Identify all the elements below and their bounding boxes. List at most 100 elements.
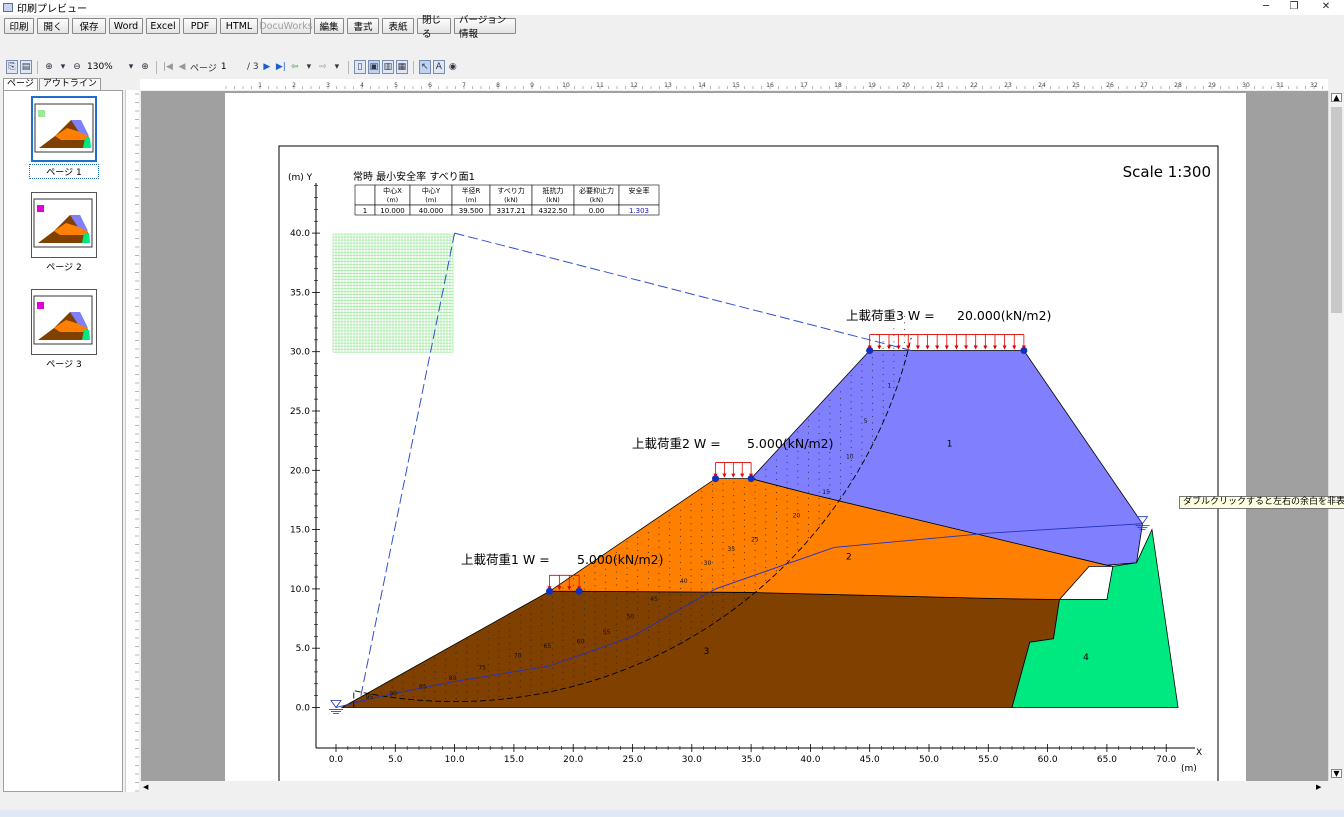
last-page-icon[interactable]: ▶| xyxy=(275,60,287,74)
zoom-dropdown-icon[interactable]: ▾ xyxy=(125,60,137,74)
slice-label: 1 xyxy=(887,382,891,389)
open-button[interactable]: 開く xyxy=(37,18,69,34)
margin-tooltip: ダブルクリックすると左右の余白を非表示にします xyxy=(1179,496,1344,509)
table-cell: 0.00 xyxy=(589,207,605,215)
version-info-button[interactable]: バージョン情報 xyxy=(454,15,516,40)
svg-text:24: 24 xyxy=(1038,82,1046,89)
preview-viewport[interactable]: Scale 1:300 常時 最小安全率 すべり面1 1 中心X (m) 10.000 中心… xyxy=(141,91,1328,781)
page-input[interactable]: 1 xyxy=(219,61,245,74)
layer-label: 3 xyxy=(704,647,710,657)
zoom-in-icon[interactable]: ⊕ xyxy=(43,60,55,74)
radius-line-left xyxy=(359,233,456,702)
layer-label: 4 xyxy=(1083,653,1089,663)
back-dropdown-icon[interactable]: ▾ xyxy=(303,60,315,74)
slice-label: 95 xyxy=(366,694,374,701)
svg-text:6: 6 xyxy=(428,82,432,89)
table-header: すべり力 xyxy=(497,186,525,195)
restore-button[interactable]: ❐ xyxy=(1280,0,1308,15)
text-tool-icon[interactable]: A xyxy=(432,60,445,74)
load-node xyxy=(712,475,720,483)
page-total: / 3 xyxy=(247,62,259,72)
page-thumbnail-label-3: ページ 3 xyxy=(46,360,82,370)
printer-icon xyxy=(3,3,13,12)
x-tick-label: 40.0 xyxy=(800,755,820,765)
y-tick-label: 30.0 xyxy=(290,348,310,358)
select-tool-icon[interactable]: ↖ xyxy=(418,60,431,74)
load-label: 上載荷重3 W = xyxy=(846,308,935,323)
svg-text:7: 7 xyxy=(462,82,466,89)
y-tick-label: 10.0 xyxy=(290,585,310,595)
back-icon[interactable]: ⇦ xyxy=(289,60,301,74)
next-page-icon[interactable]: ▶ xyxy=(261,60,273,74)
first-page-icon[interactable]: |◀ xyxy=(162,60,174,74)
slice-label: 65 xyxy=(544,643,552,650)
vertical-ruler xyxy=(125,90,139,792)
close-window-button[interactable]: ✕ xyxy=(1312,0,1340,15)
page-setup-icon[interactable]: ▤ xyxy=(20,60,32,74)
scroll-down-icon[interactable]: ▼ xyxy=(1331,769,1342,778)
pdf-button[interactable]: PDF xyxy=(183,18,217,34)
x-tick-label: 15.0 xyxy=(504,755,524,765)
dropdown-icon[interactable]: ▾ xyxy=(57,60,69,74)
forward-icon[interactable]: ⇨ xyxy=(317,60,329,74)
x-tick-label: 0.0 xyxy=(329,755,344,765)
zoom-input[interactable]: 130% xyxy=(85,61,123,74)
tab-pages[interactable]: ページ xyxy=(3,78,38,90)
zoom-out-icon[interactable]: ⊖ xyxy=(71,60,83,74)
cover-button[interactable]: 表紙 xyxy=(382,18,414,34)
single-page-icon[interactable]: ▯ xyxy=(353,60,366,74)
continuous-page-icon[interactable]: ▣ xyxy=(367,60,380,74)
save-button[interactable]: 保存 xyxy=(72,18,106,34)
forward-dropdown-icon[interactable]: ▾ xyxy=(331,60,343,74)
horizontal-scrollbar[interactable]: ◀ ▶ xyxy=(141,781,1328,794)
table-cell: 3317.21 xyxy=(497,207,526,215)
result-table: 1中心X(m)10.000中心Y(m)40.000半径R(m)39.500すべり… xyxy=(354,184,660,216)
word-button[interactable]: Word xyxy=(109,18,143,34)
table-header-unit: (kN) xyxy=(546,196,560,204)
zoom-fit-icon[interactable]: ⊕ xyxy=(139,60,151,74)
layer-label: 1 xyxy=(947,440,953,450)
svg-text:20: 20 xyxy=(902,82,910,89)
scroll-up-icon[interactable]: ▲ xyxy=(1331,93,1342,102)
html-button[interactable]: HTML xyxy=(220,18,258,34)
svg-text:5: 5 xyxy=(394,82,398,89)
format-button[interactable]: 書式 xyxy=(347,18,379,34)
svg-text:16: 16 xyxy=(766,82,774,89)
excel-button[interactable]: Excel xyxy=(146,18,180,34)
minimize-button[interactable]: ─ xyxy=(1252,0,1280,15)
svg-text:31: 31 xyxy=(1276,82,1284,89)
vertical-scrollbar[interactable]: ▲ ▼ xyxy=(1328,91,1344,781)
load-node xyxy=(747,475,755,483)
view-icon[interactable]: ◉ xyxy=(447,60,459,74)
multi-page-icon[interactable]: ▦ xyxy=(395,60,408,74)
command-bar: 印刷 開く 保存 Word Excel PDF HTML DocuWorks 編集 書式 表紙 閉じる… xyxy=(0,15,1344,40)
edit-button[interactable]: 編集 xyxy=(314,18,344,34)
table-header: 抵抗力 xyxy=(543,186,564,195)
page-thumbnail-1[interactable] xyxy=(31,96,97,162)
page-sheet: Scale 1:300 常時 最小安全率 すべり面1 1 中心X (m) 10.000 中心… xyxy=(225,93,1246,781)
table-cell: 1.303 xyxy=(629,207,649,215)
copy-icon[interactable]: ⎘ xyxy=(6,60,18,74)
tab-outline[interactable]: アウトライン xyxy=(38,78,101,90)
slice-label: 45 xyxy=(650,596,658,603)
scroll-left-icon[interactable]: ◀ xyxy=(143,783,152,792)
page-thumbnail-3[interactable] xyxy=(31,289,97,355)
prev-page-icon[interactable]: ◀ xyxy=(176,60,188,74)
table-header-unit: (kN) xyxy=(504,196,518,204)
two-page-icon[interactable]: ▥ xyxy=(381,60,394,74)
page-thumbnail-2[interactable] xyxy=(31,192,97,258)
slice-label: 55 xyxy=(603,629,611,636)
center-search-grid xyxy=(332,233,454,353)
table-cell: 39.500 xyxy=(459,207,484,215)
scroll-thumb[interactable] xyxy=(1331,107,1342,313)
svg-text:29: 29 xyxy=(1208,82,1216,89)
docuworks-button[interactable]: DocuWorks xyxy=(259,18,313,34)
print-button[interactable]: 印刷 xyxy=(4,18,34,34)
y-tick-label: 15.0 xyxy=(290,526,310,536)
close-button[interactable]: 閉じる xyxy=(417,15,451,40)
scroll-right-icon[interactable]: ▶ xyxy=(1316,783,1325,792)
table-cell: 1 xyxy=(363,207,367,215)
left-panel-tabs: ページ アウトライン xyxy=(3,78,101,90)
svg-text:19: 19 xyxy=(868,82,876,89)
x-tick-label: 70.0 xyxy=(1156,755,1176,765)
